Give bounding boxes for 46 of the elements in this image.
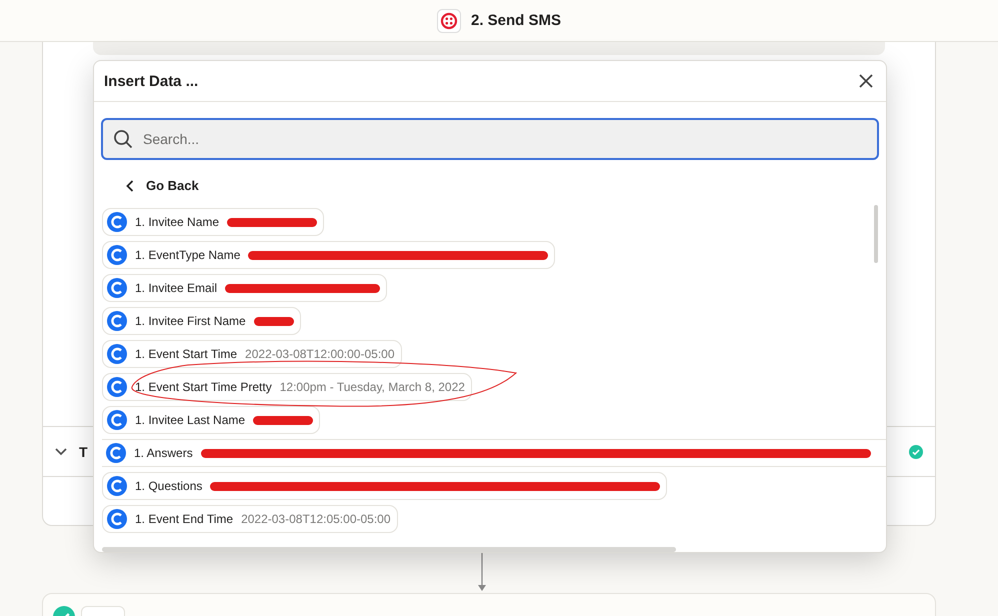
ring-icon xyxy=(107,311,127,331)
field-label: 1. EventType Name xyxy=(135,248,240,262)
ring-icon xyxy=(107,377,127,397)
field-value: 2022-03-08T12:05:00-05:00 xyxy=(241,512,391,526)
ring-icon xyxy=(107,344,127,364)
field-label: 1. Event End Time xyxy=(135,512,234,526)
ring-icon xyxy=(107,245,127,265)
search-icon xyxy=(113,129,133,149)
app-logo-icon xyxy=(436,8,461,32)
ring-icon xyxy=(107,476,127,496)
field-value: 2022-03-08T12:00:00-05:00 xyxy=(245,347,394,361)
data-field-item[interactable]: 1. Invitee Email xyxy=(102,274,388,302)
ring-icon xyxy=(107,509,127,529)
horizontal-scrollbar[interactable] xyxy=(102,547,676,552)
data-field-item[interactable]: 1. Event Start Time Pretty 12:00pm - Tuesday, March 8, 2022 xyxy=(102,373,472,401)
field-label: 1. Event Start Time xyxy=(135,347,238,361)
field-label: 1. Invitee First Name xyxy=(135,314,246,328)
chevron-down-icon xyxy=(55,448,67,456)
step-title: T xyxy=(79,444,88,460)
data-field-item[interactable]: 1. Answers xyxy=(102,439,886,467)
check-icon xyxy=(909,444,923,458)
data-field-item[interactable]: 1. Event Start Time 2022-03-08T12:00:00-05:00 xyxy=(102,340,402,368)
data-field-item[interactable]: 1. Event End Time 2022-03-08T12:05:00-05:00 xyxy=(102,505,398,533)
search-input[interactable]: Search... xyxy=(141,130,867,148)
ring-icon xyxy=(107,212,127,232)
data-field-item[interactable]: 1. Questions xyxy=(102,472,668,500)
data-field-item[interactable]: 1. EventType Name xyxy=(102,241,556,269)
search-field[interactable]: Search... xyxy=(101,118,879,160)
go-back-button[interactable]: Go Back xyxy=(126,178,199,193)
data-field-item[interactable]: 1. Invitee Last Name xyxy=(102,406,320,434)
field-label: 1. Questions xyxy=(135,479,202,493)
scrollbar[interactable] xyxy=(874,205,878,263)
field-label: 1. Event Start Time Pretty xyxy=(135,380,272,394)
page-title: 2. Send SMS xyxy=(470,12,562,29)
data-field-item[interactable]: 1. Invitee First Name xyxy=(102,307,301,335)
ring-icon xyxy=(107,410,127,430)
field-label: 1. Invitee Email xyxy=(135,281,218,295)
chevron-left-icon xyxy=(126,180,134,192)
ring-icon xyxy=(106,443,126,463)
data-field-item[interactable]: 1. Invitee Name xyxy=(102,208,324,236)
field-label: 1. Answers xyxy=(134,446,193,460)
field-label: 1. Invitee Name xyxy=(135,215,220,229)
field-value: 12:00pm - Tuesday, March 8, 2022 xyxy=(280,380,465,394)
dialog-title: Insert Data ... xyxy=(104,72,198,90)
ring-icon xyxy=(107,278,127,298)
field-label: 1. Invitee Last Name xyxy=(135,413,246,427)
